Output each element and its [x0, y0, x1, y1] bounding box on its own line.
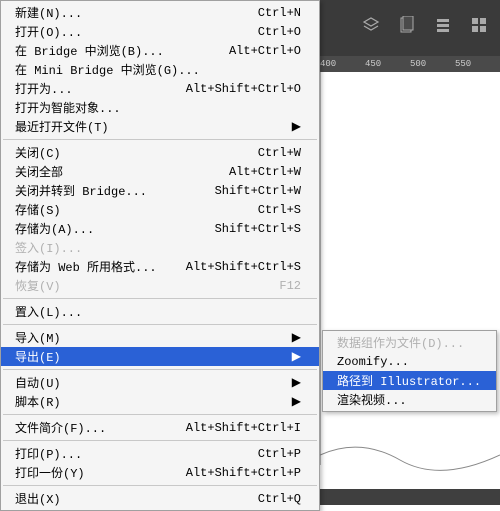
menu-separator [3, 298, 317, 299]
menu-item-label: 打开为智能对象... [15, 99, 301, 116]
file-menu-item[interactable]: 打开为...Alt+Shift+Ctrl+O [1, 79, 319, 98]
menu-item-label: 关闭(C) [15, 144, 258, 161]
submenu-arrow-icon: ▶ [292, 119, 301, 134]
submenu-arrow-icon: ▶ [292, 394, 301, 409]
menu-item-shortcut: Alt+Shift+Ctrl+I [186, 421, 301, 435]
file-menu-item: 恢复(V)F12 [1, 276, 319, 295]
menu-item-label: 存储为 Web 所用格式... [15, 258, 186, 275]
file-menu-item[interactable]: 打开为智能对象... [1, 98, 319, 117]
file-menu-item[interactable]: 最近打开文件(T) ▶ [1, 117, 319, 136]
menu-item-label: 置入(L)... [15, 303, 301, 320]
file-menu-item[interactable]: 关闭(C)Ctrl+W [1, 143, 319, 162]
menu-item-label: 在 Mini Bridge 中浏览(G)... [15, 61, 301, 78]
file-menu-item[interactable]: 存储(S)Ctrl+S [1, 200, 319, 219]
export-submenu: 数据组作为文件(D)... Zoomify... 路径到 Illustrator..… [322, 330, 497, 412]
menu-item-label: 文件简介(F)... [15, 419, 186, 436]
file-menu-item[interactable]: 关闭并转到 Bridge...Shift+Ctrl+W [1, 181, 319, 200]
menu-item-label: 自动(U) [15, 374, 286, 391]
menu-item-label: 打开为... [15, 80, 186, 97]
file-menu-item[interactable]: 自动(U) ▶ [1, 373, 319, 392]
file-menu-item[interactable]: 在 Mini Bridge 中浏览(G)... [1, 60, 319, 79]
menu-item-shortcut: Ctrl+O [258, 25, 301, 39]
menu-item-shortcut: F12 [279, 279, 301, 293]
file-menu-item[interactable]: 打开(O)...Ctrl+O [1, 22, 319, 41]
submenu-item-label: 路径到 Illustrator... [337, 372, 486, 389]
menu-item-shortcut: Ctrl+S [258, 203, 301, 217]
document-icon[interactable] [396, 14, 418, 36]
horizontal-scrollbar[interactable] [320, 489, 500, 505]
file-menu-item[interactable]: 存储为 Web 所用格式...Alt+Shift+Ctrl+S [1, 257, 319, 276]
submenu-arrow-icon: ▶ [292, 349, 301, 364]
menu-item-label: 关闭并转到 Bridge... [15, 182, 215, 199]
ruler-tick: 450 [365, 59, 410, 69]
file-menu-item[interactable]: 在 Bridge 中浏览(B)...Alt+Ctrl+O [1, 41, 319, 60]
ruler-tick: 550 [455, 59, 500, 69]
export-submenu-item[interactable]: Zoomify... [323, 352, 496, 371]
file-menu-item[interactable]: 文件简介(F)...Alt+Shift+Ctrl+I [1, 418, 319, 437]
menu-item-label: 导出(E) [15, 348, 286, 365]
grid-icon[interactable] [468, 14, 490, 36]
ruler-tick: 500 [410, 59, 455, 69]
submenu-arrow-icon: ▶ [292, 375, 301, 390]
file-menu-item[interactable]: 关闭全部Alt+Ctrl+W [1, 162, 319, 181]
layers-icon[interactable] [360, 14, 382, 36]
export-submenu-item: 数据组作为文件(D)... [323, 333, 496, 352]
menu-item-label: 导入(M) [15, 329, 286, 346]
menu-item-label: 存储为(A)... [15, 220, 215, 237]
menu-item-shortcut: Ctrl+N [258, 6, 301, 20]
menu-item-shortcut: Ctrl+P [258, 447, 301, 461]
menu-separator [3, 369, 317, 370]
file-menu-item[interactable]: 置入(L)... [1, 302, 319, 321]
menu-item-label: 打开(O)... [15, 23, 258, 40]
menu-item-shortcut: Ctrl+W [258, 146, 301, 160]
submenu-item-label: Zoomify... [337, 355, 486, 369]
menu-item-shortcut: Alt+Ctrl+O [229, 44, 301, 58]
menu-item-label: 存储(S) [15, 201, 258, 218]
menu-item-label: 新建(N)... [15, 4, 258, 21]
menu-item-shortcut: Alt+Ctrl+W [229, 165, 301, 179]
stack-icon[interactable] [432, 14, 454, 36]
menu-separator [3, 414, 317, 415]
file-menu-item[interactable]: 打印(P)...Ctrl+P [1, 444, 319, 463]
menu-separator [3, 485, 317, 486]
submenu-item-label: 渲染视频... [337, 391, 486, 408]
file-menu-item: 签入(I)... [1, 238, 319, 257]
menu-item-shortcut: Shift+Ctrl+S [215, 222, 301, 236]
menu-item-shortcut: Alt+Shift+Ctrl+P [186, 466, 301, 480]
menu-separator [3, 139, 317, 140]
menu-item-label: 在 Bridge 中浏览(B)... [15, 42, 229, 59]
file-menu-item[interactable]: 新建(N)...Ctrl+N [1, 3, 319, 22]
menu-item-shortcut: Ctrl+Q [258, 492, 301, 506]
menu-item-label: 退出(X) [15, 490, 258, 507]
file-menu-item[interactable]: 导入(M) ▶ [1, 328, 319, 347]
menu-item-shortcut: Alt+Shift+Ctrl+O [186, 82, 301, 96]
menu-item-label: 签入(I)... [15, 239, 301, 256]
menu-item-label: 打印一份(Y) [15, 464, 186, 481]
menu-item-label: 最近打开文件(T) [15, 118, 286, 135]
menu-separator [3, 324, 317, 325]
menu-item-shortcut: Alt+Shift+Ctrl+S [186, 260, 301, 274]
horizontal-ruler: 400 450 500 550 [320, 56, 500, 72]
file-menu-item[interactable]: 打印一份(Y)Alt+Shift+Ctrl+P [1, 463, 319, 482]
menu-item-label: 恢复(V) [15, 277, 279, 294]
app-toolbar [360, 14, 490, 36]
file-menu: 新建(N)...Ctrl+N打开(O)...Ctrl+O在 Bridge 中浏览… [0, 0, 320, 511]
file-menu-item[interactable]: 脚本(R) ▶ [1, 392, 319, 411]
export-submenu-item[interactable]: 路径到 Illustrator... [323, 371, 496, 390]
menu-item-shortcut: Shift+Ctrl+W [215, 184, 301, 198]
menu-item-label: 打印(P)... [15, 445, 258, 462]
submenu-arrow-icon: ▶ [292, 330, 301, 345]
menu-item-label: 关闭全部 [15, 163, 229, 180]
file-menu-item[interactable]: 退出(X)Ctrl+Q [1, 489, 319, 508]
menu-item-label: 脚本(R) [15, 393, 286, 410]
file-menu-item[interactable]: 存储为(A)...Shift+Ctrl+S [1, 219, 319, 238]
export-submenu-item[interactable]: 渲染视频... [323, 390, 496, 409]
canvas-curve [320, 435, 500, 485]
file-menu-item[interactable]: 导出(E) ▶ [1, 347, 319, 366]
menu-separator [3, 440, 317, 441]
submenu-item-label: 数据组作为文件(D)... [337, 334, 486, 351]
ruler-tick: 400 [320, 59, 365, 69]
